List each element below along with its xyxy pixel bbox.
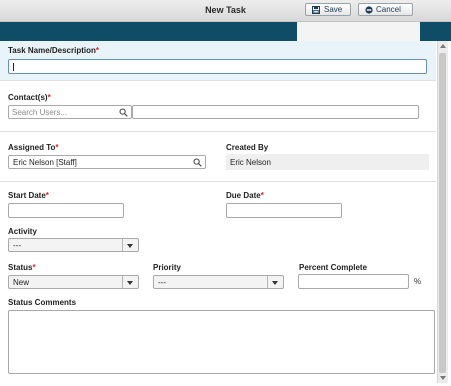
dropdown-arrow[interactable]	[122, 276, 138, 288]
save-label: Save	[324, 5, 343, 14]
activity-select[interactable]: ---	[8, 238, 139, 252]
activity-label: Activity	[8, 227, 37, 236]
due-date-label: Due Date*	[226, 191, 264, 200]
dropdown-arrow[interactable]	[267, 276, 283, 288]
search-icon[interactable]	[193, 158, 202, 167]
scroll-down-arrow-icon[interactable]	[440, 376, 446, 380]
search-icon[interactable]	[119, 108, 128, 117]
contacts-label: Contact(s)*	[8, 93, 51, 102]
task-name-input[interactable]	[8, 59, 427, 74]
percent-sign: %	[414, 277, 422, 286]
priority-select[interactable]: ---	[153, 275, 284, 289]
status-comments-label: Status Comments	[8, 298, 77, 307]
contacts-selected-area[interactable]	[132, 105, 419, 119]
due-date-input[interactable]	[226, 203, 342, 218]
cancel-icon	[365, 6, 373, 14]
cancel-label: Cancel	[376, 5, 401, 14]
assigned-to-input[interactable]: Eric Nelson [Staff]	[8, 155, 206, 169]
contacts-search-input[interactable]: Search Users...	[8, 105, 132, 119]
save-icon	[312, 6, 320, 14]
start-date-input[interactable]	[8, 203, 124, 218]
section-divider	[0, 80, 436, 81]
chevron-down-icon	[272, 281, 278, 285]
priority-label: Priority	[153, 263, 182, 272]
vertical-scrollbar[interactable]	[437, 41, 448, 383]
task-name-label: Task Name/Description*	[8, 46, 100, 55]
assigned-to-label: Assigned To*	[8, 143, 59, 152]
section-divider	[0, 181, 436, 182]
percent-complete-label: Percent Complete	[299, 263, 368, 272]
chevron-down-icon	[127, 281, 133, 285]
status-select[interactable]: New	[8, 275, 139, 289]
cancel-button[interactable]: Cancel	[358, 3, 413, 16]
text-caret	[13, 63, 14, 71]
save-button[interactable]: Save	[305, 3, 351, 16]
percent-complete-input[interactable]	[298, 274, 409, 289]
scroll-up-arrow-icon[interactable]	[440, 44, 446, 48]
scrollbar-thumb[interactable]	[439, 53, 446, 373]
created-by-label: Created By	[226, 143, 269, 152]
dropdown-arrow[interactable]	[122, 239, 138, 251]
button-bar	[297, 22, 420, 41]
section-divider	[0, 131, 436, 132]
status-comments-textarea[interactable]	[8, 310, 435, 374]
created-by-value: Eric Nelson	[226, 154, 429, 170]
status-label: Status*	[8, 263, 36, 272]
start-date-label: Start Date*	[8, 191, 49, 200]
chevron-down-icon	[127, 244, 133, 248]
